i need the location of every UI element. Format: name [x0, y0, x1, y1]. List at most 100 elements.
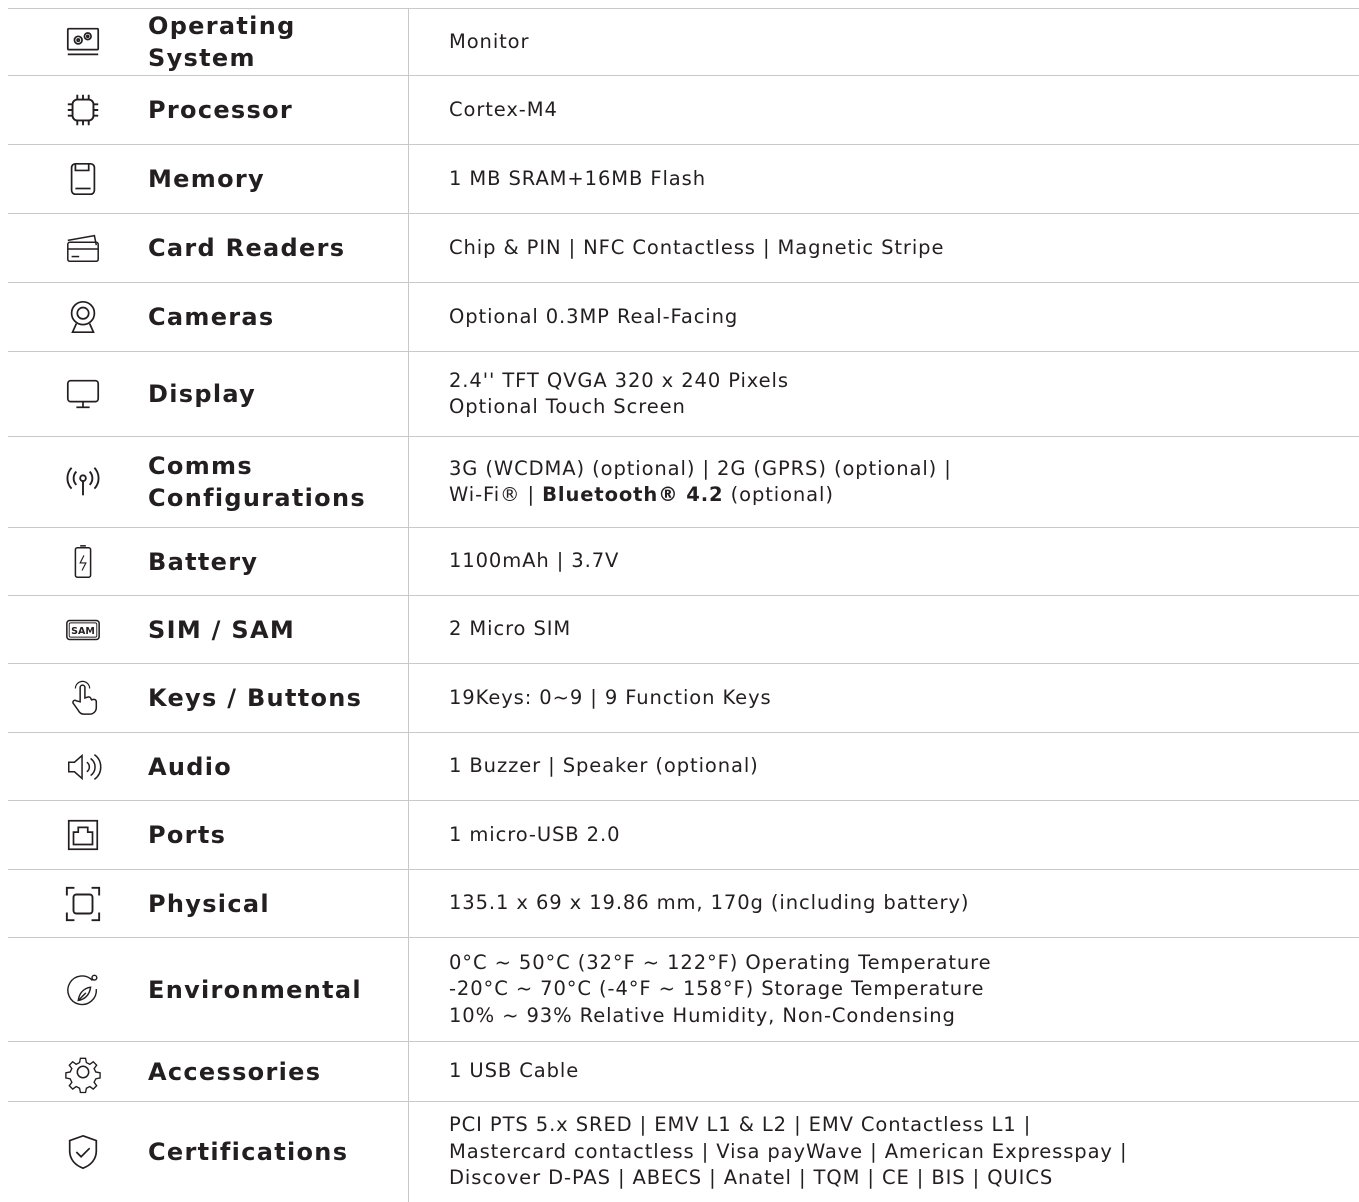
operating-system-icon [54, 22, 112, 62]
spec-row-memory: Memory 1 MB SRAM+16MB Flash [8, 145, 1359, 214]
spec-label: Processor [148, 96, 294, 124]
display-monitor-icon [54, 374, 112, 414]
label-cell: Physical [8, 870, 409, 937]
label-cell: Certifications [8, 1102, 409, 1202]
spec-row-card-readers: Card Readers Chip & PIN | NFC Contactles… [8, 214, 1359, 283]
spec-row-battery: Battery 1100mAh | 3.7V [8, 528, 1359, 596]
label-cell: Processor [8, 76, 409, 144]
value-line: Monitor [449, 29, 530, 53]
label-cell: Operating System [8, 9, 409, 75]
value-line: Wi-Fi® | Bluetooth® 4.2 (optional) [449, 482, 952, 509]
sam-chip-icon: SAM [54, 610, 112, 650]
spec-row-operating-system: Operating System Monitor [8, 8, 1359, 76]
spec-value: Cortex-M4 [409, 97, 558, 124]
label-cell: SAM SIM / SAM [8, 596, 409, 663]
spec-label: Cameras [148, 303, 275, 331]
spec-label: SIM / SAM [148, 615, 296, 644]
value-line: 135.1 x 69 x 19.86 mm, 170g (including b… [449, 891, 970, 915]
spec-label: Memory [148, 165, 265, 193]
spec-label: Battery [148, 547, 259, 576]
spec-value: 1 micro-USB 2.0 [409, 822, 620, 849]
spec-value: Optional 0.3MP Real-Facing [409, 304, 738, 331]
spec-label: Physical [148, 889, 270, 918]
spec-label: Environmental [148, 975, 362, 1004]
spec-value: 0°C ~ 50°C (32°F ~ 122°F) Operating Temp… [409, 950, 992, 1030]
value-line: 1100mAh | 3.7V [449, 549, 620, 573]
card-reader-icon [54, 228, 112, 268]
spec-value: 2.4'' TFT QVGA 320 x 240 Pixels Optional… [409, 368, 789, 421]
value-line: Mastercard contactless | Visa payWave | … [449, 1139, 1128, 1163]
bluetooth-label: Bluetooth® 4.2 [542, 483, 724, 506]
dimensions-frame-icon [54, 884, 112, 924]
spec-value: PCI PTS 5.x SRED | EMV L1 & L2 | EMV Con… [409, 1112, 1127, 1192]
spec-value: 135.1 x 69 x 19.86 mm, 170g (including b… [409, 890, 969, 917]
spec-value: 3G (WCDMA) (optional) | 2G (GPRS) (optio… [409, 456, 952, 509]
label-cell: Comms Configurations [8, 437, 409, 527]
value-line: Optional Touch Screen [449, 395, 686, 418]
spec-label: Accessories [148, 1057, 322, 1086]
value-line: 3G (WCDMA) (optional) | 2G (GPRS) (optio… [449, 456, 952, 480]
spec-row-audio: Audio 1 Buzzer | Speaker (optional) [8, 733, 1359, 801]
value-text: Wi-Fi® | [449, 483, 543, 506]
spec-row-environmental: Environmental 0°C ~ 50°C (32°F ~ 122°F) … [8, 938, 1359, 1042]
value-line: 19Keys: 0~9 | 9 Function Keys [449, 685, 772, 709]
svg-text:SAM: SAM [71, 625, 95, 636]
spec-row-cameras: Cameras Optional 0.3MP Real-Facing [8, 283, 1359, 352]
value-line: 0°C ~ 50°C (32°F ~ 122°F) Operating Temp… [449, 950, 992, 974]
spec-value: 1100mAh | 3.7V [409, 548, 619, 575]
value-line: 1 Buzzer | Speaker (optional) [449, 754, 759, 778]
processor-chip-icon [54, 90, 112, 130]
label-cell: Ports [8, 801, 409, 869]
spec-value: 1 USB Cable [409, 1058, 579, 1085]
spec-value: Chip & PIN | NFC Contactless | Magnetic … [409, 235, 944, 262]
spec-label: Keys / Buttons [148, 684, 363, 712]
label-cell: Audio [8, 733, 409, 800]
spec-label: Certifications [148, 1138, 349, 1166]
camera-webcam-icon [54, 297, 112, 337]
touch-hand-icon [54, 678, 112, 718]
port-ethernet-icon [54, 815, 112, 855]
spec-label: Ports [148, 821, 227, 849]
spec-label: Comms Configurations [148, 452, 366, 512]
spec-label: Card Readers [148, 234, 346, 262]
value-line: 2.4'' TFT QVGA 320 x 240 Pixels [449, 368, 789, 392]
label-cell: Display [8, 352, 409, 436]
spec-row-processor: Processor Cortex-M4 [8, 76, 1359, 145]
spec-label: Display [148, 380, 257, 408]
value-line: 10% ~ 93% Relative Humidity, Non-Condens… [449, 1003, 956, 1027]
label-cell: Cameras [8, 283, 409, 351]
value-line: 1 USB Cable [449, 1059, 580, 1083]
spec-row-certifications: Certifications PCI PTS 5.x SRED | EMV L1… [8, 1102, 1359, 1202]
spec-table: Operating System Monitor Processor Corte… [8, 8, 1359, 1202]
label-cell: Keys / Buttons [8, 664, 409, 732]
spec-value: 1 Buzzer | Speaker (optional) [409, 753, 759, 780]
spec-row-keys: Keys / Buttons 19Keys: 0~9 | 9 Function … [8, 664, 1359, 733]
label-cell: Card Readers [8, 214, 409, 282]
spec-row-accessories: Accessories 1 USB Cable [8, 1042, 1359, 1102]
memory-card-icon [54, 159, 112, 199]
label-cell: Battery [8, 528, 409, 595]
spec-value: Monitor [409, 29, 529, 56]
spec-row-ports: Ports 1 micro-USB 2.0 [8, 801, 1359, 870]
label-cell: Accessories [8, 1042, 409, 1101]
leaf-globe-icon [54, 970, 112, 1010]
value-line: -20°C ~ 70°C (-4°F ~ 158°F) Storage Temp… [449, 977, 985, 1001]
gear-icon [54, 1052, 112, 1093]
spec-row-physical: Physical 135.1 x 69 x 19.86 mm, 170g (in… [8, 870, 1359, 938]
spec-row-comms: Comms Configurations 3G (WCDMA) (optiona… [8, 437, 1359, 528]
speaker-icon [54, 747, 112, 787]
value-line: Discover D-PAS | ABECS | Anatel | TQM | … [449, 1166, 1054, 1190]
value-line: Optional 0.3MP Real-Facing [449, 304, 739, 328]
value-line: 1 MB SRAM+16MB Flash [449, 166, 706, 190]
value-line: PCI PTS 5.x SRED | EMV L1 & L2 | EMV Con… [449, 1113, 1032, 1137]
value-line: 2 Micro SIM [449, 617, 572, 641]
value-text: (optional) [723, 483, 834, 506]
label-cell: Environmental [8, 938, 409, 1041]
label-cell: Memory [8, 145, 409, 213]
shield-check-icon [54, 1132, 112, 1172]
spec-label: Audio [148, 752, 233, 781]
spec-row-display: Display 2.4'' TFT QVGA 320 x 240 Pixels … [8, 352, 1359, 437]
battery-icon [54, 542, 112, 582]
spec-value: 1 MB SRAM+16MB Flash [409, 166, 706, 193]
spec-label: Operating System [148, 12, 296, 72]
